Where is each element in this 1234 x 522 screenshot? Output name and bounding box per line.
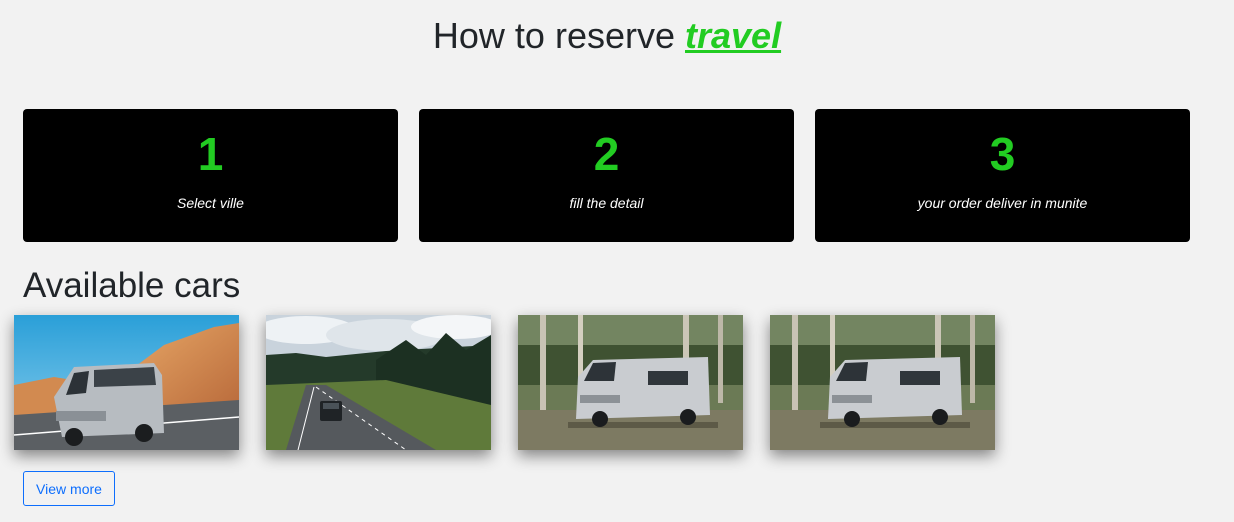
available-cars-title: Available cars — [23, 266, 241, 305]
car-image-2[interactable] — [266, 315, 491, 450]
van-desert-road-photo — [14, 315, 239, 450]
brand-link[interactable]: travel — [685, 15, 781, 56]
cars-gallery — [14, 315, 995, 450]
step-card-1: 1 Select ville — [23, 109, 398, 242]
page-title-prefix: How to reserve — [432, 15, 685, 56]
step-description: your order deliver in munite — [917, 195, 1088, 211]
reservation-steps: 1 Select ville 2 fill the detail 3 your … — [23, 109, 1190, 242]
camper-van-forest-photo — [518, 315, 743, 450]
van-forest-road-photo — [266, 315, 491, 450]
view-more-button[interactable]: View more — [23, 471, 115, 506]
step-card-3: 3 your order deliver in munite — [815, 109, 1190, 242]
car-image-3[interactable] — [518, 315, 743, 450]
step-number: 1 — [197, 128, 224, 180]
step-number: 2 — [593, 128, 620, 180]
step-card-2: 2 fill the detail — [419, 109, 794, 242]
step-description: Select ville — [177, 195, 244, 211]
step-description: fill the detail — [569, 195, 644, 211]
step-number: 3 — [989, 128, 1016, 180]
page-title: How to reserve travel — [0, 14, 1214, 58]
camper-van-forest-photo — [770, 315, 995, 450]
car-image-1[interactable] — [14, 315, 239, 450]
car-image-4[interactable] — [770, 315, 995, 450]
